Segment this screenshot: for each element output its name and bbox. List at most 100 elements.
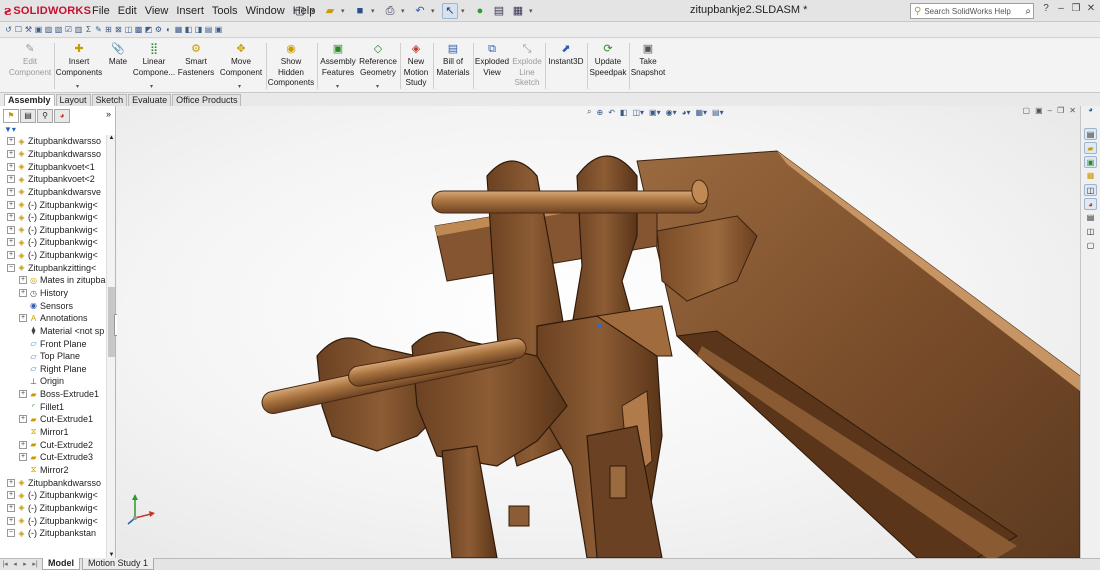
tree-item[interactable]: ⧖ Mirror2 xyxy=(0,464,106,477)
expand-icon[interactable]: + xyxy=(19,390,27,399)
expand-icon[interactable]: + xyxy=(19,276,27,285)
view-settings-icon[interactable]: ▤▾ xyxy=(712,108,724,117)
tree-item[interactable]: − ◈ (-) Zitupbankstan xyxy=(0,527,106,540)
previous-view-icon[interactable]: ↶ xyxy=(608,108,615,117)
options-dropdown-icon[interactable]: ▾ xyxy=(529,7,537,15)
scroll-up-icon[interactable]: ▲ xyxy=(107,135,116,141)
display-style-icon[interactable]: ▣▾ xyxy=(649,108,661,117)
edit-component-button[interactable]: ✎ Edit Component xyxy=(8,42,52,78)
toolbar-icon-8[interactable]: ▥ xyxy=(74,25,83,35)
new-motion-study-button[interactable]: ◈ New Motion Study xyxy=(401,42,431,89)
move-component-button[interactable]: ✥ Move Component xyxy=(218,42,264,78)
expand-icon[interactable]: + xyxy=(7,503,15,512)
toolbar-icon-15[interactable]: ◩ xyxy=(144,25,153,35)
graphics-area[interactable]: ⌕ ⊕ ↶ ◧ ◫▾ ▣▾ ◉▾ ◕▾ ▦▾ ▤▾ ▢ ▣ – ❐ ✕ xyxy=(117,106,1080,558)
tree-item[interactable]: ▱ Top Plane xyxy=(0,350,106,363)
instant3d-button[interactable]: ⬈ Instant3D xyxy=(546,42,586,68)
options-icon[interactable]: ▦ xyxy=(510,3,526,19)
mate-button[interactable]: 📎 Mate xyxy=(104,42,132,68)
viewport-maximize-icon[interactable]: ❐ xyxy=(1057,106,1064,115)
help-icon[interactable]: ? xyxy=(1040,3,1052,17)
insert-components-button[interactable]: ✚ Insert Components xyxy=(56,42,102,78)
select-dropdown-icon[interactable]: ▾ xyxy=(461,7,469,15)
tree-item[interactable]: + A Annotations xyxy=(0,312,106,325)
tree-item[interactable]: + ◈ (-) Zitupbankwig< xyxy=(0,198,106,211)
expand-icon[interactable]: + xyxy=(7,251,15,260)
toolbar-icon-10[interactable]: ✎ xyxy=(94,25,103,35)
tree-item[interactable]: ◉ Sensors xyxy=(0,299,106,312)
view-orientation-icon[interactable]: ◫▾ xyxy=(632,108,644,117)
feature-manager-tab-icon[interactable]: ⚑ xyxy=(3,109,19,123)
last-tab-icon[interactable]: ▸| xyxy=(30,559,40,570)
display-manager-tab-icon[interactable]: ◕ xyxy=(54,109,70,123)
expand-icon[interactable]: + xyxy=(7,187,15,196)
expand-icon[interactable]: + xyxy=(19,289,27,297)
expand-icon[interactable]: + xyxy=(7,213,15,222)
property-manager-tab-icon[interactable]: ▤ xyxy=(20,109,36,123)
tree-item[interactable]: + ▰ Boss-Extrude1 xyxy=(0,388,106,401)
tab-motion-study-1[interactable]: Motion Study 1 xyxy=(82,558,155,570)
expand-icon[interactable]: + xyxy=(7,175,15,184)
toolbar-icon-22[interactable]: ▣ xyxy=(214,25,223,35)
close-icon[interactable]: ✕ xyxy=(1085,3,1097,17)
update-speedpak-button[interactable]: ⟳ Update Speedpak xyxy=(588,42,628,78)
assembly-model[interactable] xyxy=(117,106,1080,558)
viewport-close-icon[interactable]: ✕ xyxy=(1069,106,1076,115)
tab-office-products[interactable]: Office Products xyxy=(172,94,242,106)
appearances-scenes-icon[interactable]: ◕ xyxy=(1084,198,1097,210)
zoom-fit-icon[interactable]: ⌕ xyxy=(587,107,591,117)
print-dropdown-icon[interactable]: ▾ xyxy=(401,7,409,15)
tree-item[interactable]: ▱ Right Plane xyxy=(0,363,106,376)
tree-item[interactable]: ⊥ Origin xyxy=(0,375,106,388)
tree-item[interactable]: − ◈ Zitupbankzitting< xyxy=(0,261,106,274)
next-tab-icon[interactable]: ▸ xyxy=(20,559,30,570)
toolbar-icon-6[interactable]: ▧ xyxy=(54,25,63,35)
exploded-view-button[interactable]: ⧉ Exploded View xyxy=(474,42,510,78)
expand-icon[interactable]: + xyxy=(7,200,15,209)
toolbar-icon-21[interactable]: ▤ xyxy=(204,25,213,35)
viewport-minimize-icon[interactable]: – xyxy=(1048,106,1052,115)
reference-geometry-button[interactable]: ◇ Reference Geometry xyxy=(358,42,398,78)
save-icon[interactable]: ■ xyxy=(352,3,368,19)
toolbar-icon-19[interactable]: ◧ xyxy=(184,25,193,35)
magnifier-icon[interactable]: ⌕ xyxy=(1025,6,1033,17)
edit-appearance-icon[interactable]: ◕▾ xyxy=(682,108,691,117)
toolbar-icon-20[interactable]: ◨ xyxy=(194,25,203,35)
expand-icon[interactable]: + xyxy=(7,516,15,525)
undo-dropdown-icon[interactable]: ▾ xyxy=(431,7,439,15)
smart-fasteners-button[interactable]: ⚙ Smart Fasteners xyxy=(176,42,216,78)
tree-item[interactable]: ⧫ Material <not sp xyxy=(0,325,106,338)
take-snapshot-button[interactable]: ▣ Take Snapshot xyxy=(630,42,666,78)
tab-evaluate[interactable]: Evaluate xyxy=(128,94,172,106)
expand-icon[interactable]: + xyxy=(7,225,15,234)
tree-item[interactable]: + ◈ (-) Zitupbankwig< xyxy=(0,514,106,527)
expand-icon[interactable]: + xyxy=(7,478,15,487)
collapse-icon[interactable]: − xyxy=(7,263,15,272)
expand-icon[interactable]: + xyxy=(7,162,15,171)
zoom-area-icon[interactable]: ⊕ xyxy=(596,108,603,117)
toolbar-icon-12[interactable]: ⊠ xyxy=(114,25,123,35)
task-pane-icon-10[interactable]: ▢ xyxy=(1084,240,1097,252)
tab-model[interactable]: Model xyxy=(42,558,80,570)
collapse-icon[interactable]: − xyxy=(7,529,15,538)
configuration-manager-tab-icon[interactable]: ⚲ xyxy=(37,109,53,123)
tree-item[interactable]: + ◈ Zitupbankdwarsso xyxy=(0,476,106,489)
hide-show-items-icon[interactable]: ◉▾ xyxy=(666,108,677,117)
undo-icon[interactable]: ↶ xyxy=(412,3,428,19)
print-icon[interactable]: ⎙ xyxy=(382,3,398,19)
open-dropdown-icon[interactable]: ▾ xyxy=(341,7,349,15)
open-folder-icon[interactable]: ▰ xyxy=(322,3,338,19)
tree-item[interactable]: ▱ Front Plane xyxy=(0,337,106,350)
sw-resources-icon[interactable]: ◕ xyxy=(1084,104,1097,116)
tree-item[interactable]: ◜ Fillet1 xyxy=(0,400,106,413)
insert-components-dropdown-icon[interactable]: ▾ xyxy=(76,83,79,90)
rebuild-traffic-light-icon[interactable]: ● xyxy=(472,3,488,19)
tree-item[interactable]: + ◎ Mates in zitupba xyxy=(0,274,106,287)
tree-item[interactable]: + ◈ Zitupbankdwarsso xyxy=(0,135,106,148)
first-tab-icon[interactable]: |◂ xyxy=(0,559,10,570)
file-explorer-icon[interactable]: ▰ xyxy=(1084,142,1097,154)
viewport-tile-icon[interactable]: ▣ xyxy=(1035,106,1043,115)
toolbar-icon-1[interactable]: ↺ xyxy=(4,25,13,35)
sum-icon[interactable]: Σ xyxy=(84,25,93,35)
linear-pattern-button[interactable]: ⣿ Linear Compone... xyxy=(132,42,176,78)
